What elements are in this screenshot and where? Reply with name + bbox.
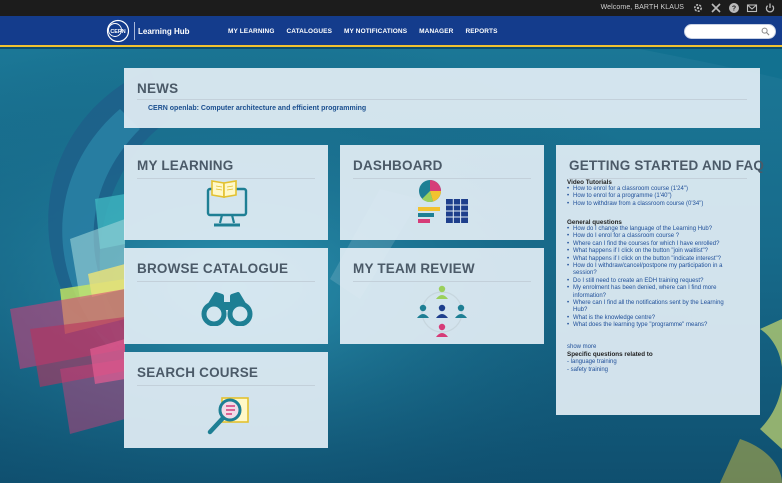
nav-item-manager[interactable]: MANAGER (419, 28, 453, 35)
my-learning-tile[interactable]: MY LEARNING (124, 145, 328, 240)
search-course-title: SEARCH COURSE (137, 365, 259, 380)
dashboard-title: DASHBOARD (353, 158, 443, 173)
logo-separator (134, 22, 135, 40)
nav-item-reports[interactable]: REPORTS (465, 28, 497, 35)
my-team-review-divider (353, 281, 531, 282)
news-divider (137, 99, 747, 100)
faq-title: GETTING STARTED AND FAQ (569, 158, 765, 173)
search-icon[interactable] (761, 27, 770, 36)
svg-text:?: ? (732, 6, 736, 13)
language-training-link[interactable]: - language training (567, 359, 617, 365)
welcome-text: Welcome, BARTH KLAUS (600, 4, 684, 11)
my-team-review-title: MY TEAM REVIEW (353, 261, 475, 276)
list-item[interactable]: My enrolment has been denied, where can … (567, 285, 737, 300)
tools-icon[interactable] (710, 2, 722, 14)
list-item[interactable]: How do I change the language of the Lear… (567, 226, 737, 234)
binoculars-icon (201, 292, 253, 326)
list-item[interactable]: What happens if I click on the button "j… (567, 248, 737, 256)
search-course-tile[interactable]: SEARCH COURSE (124, 352, 328, 448)
power-icon[interactable] (764, 2, 776, 14)
nav-item-catalogues[interactable]: CATALOGUES (286, 28, 332, 35)
utility-icons: ? (692, 2, 776, 14)
news-tile: NEWS CERN openlab: Computer architecture… (124, 68, 760, 128)
list-item[interactable]: How do I withdraw/cancel/postpone my par… (567, 263, 737, 278)
magnifier-document-icon (207, 397, 249, 435)
list-item[interactable]: How do I enrol for a classroom course ? (567, 233, 737, 241)
nav-item-my-learning[interactable]: MY LEARNING (228, 28, 274, 35)
help-icon[interactable]: ? (728, 2, 740, 14)
nav-item-my-notifications[interactable]: MY NOTIFICATIONS (344, 28, 407, 35)
browse-catalogue-divider (137, 281, 315, 282)
list-item[interactable]: Where can I find the courses for which I… (567, 241, 737, 249)
list-item[interactable]: Do I still need to create an EDH trainin… (567, 278, 737, 286)
show-more-link[interactable]: show more (567, 344, 596, 350)
team-icon (417, 285, 467, 337)
news-title: NEWS (137, 81, 179, 96)
list-item[interactable]: How to withdraw from a classroom course … (567, 201, 737, 209)
news-link[interactable]: CERN openlab: Computer architecture and … (148, 105, 366, 112)
mail-icon[interactable] (746, 2, 758, 14)
browse-catalogue-title: BROWSE CATALOGUE (137, 261, 289, 276)
nav-menu: MY LEARNING CATALOGUES MY NOTIFICATIONS … (228, 28, 498, 35)
list-item[interactable]: What does the learning type "programme" … (567, 322, 737, 330)
my-team-review-tile[interactable]: MY TEAM REVIEW (340, 248, 544, 344)
search-course-divider (137, 385, 315, 386)
safety-training-link[interactable]: - safety training (567, 367, 608, 373)
list-item[interactable]: What happens if I click on the button "i… (567, 256, 737, 264)
video-tutorials-list: How to enrol for a classroom course (1'2… (567, 186, 737, 209)
dashboard-tile[interactable]: DASHBOARD (340, 145, 544, 240)
my-learning-title: MY LEARNING (137, 158, 234, 173)
list-item[interactable]: Where can I find all the notifications s… (567, 300, 737, 315)
top-utility-bar: Welcome, BARTH KLAUS ? (0, 0, 782, 16)
video-tutorials-heading: Video Tutorials (567, 179, 612, 186)
list-item[interactable]: How to enrol for a classroom course (1'2… (567, 186, 737, 194)
general-questions-heading: General questions (567, 219, 622, 226)
gear-icon[interactable] (692, 2, 704, 14)
list-item[interactable]: What is the knowledge centre? (567, 315, 737, 323)
main-nav-bar: CERN Learning Hub MY LEARNING CATALOGUES… (0, 16, 782, 47)
browse-catalogue-tile[interactable]: BROWSE CATALOGUE (124, 248, 328, 344)
cern-logo[interactable]: CERN (106, 19, 130, 43)
logo-text: CERN (110, 29, 125, 35)
general-questions-list: How do I change the language of the Lear… (567, 226, 737, 330)
list-item[interactable]: How to enrol for a programme (1'40") (567, 193, 737, 201)
computer-book-icon (206, 180, 248, 227)
specific-questions-heading: Specific questions related to (567, 351, 653, 358)
faq-tile: GETTING STARTED AND FAQ Video Tutorials … (556, 145, 764, 415)
dashboard-chart-icon (418, 180, 468, 223)
brand-name[interactable]: Learning Hub (138, 27, 190, 36)
